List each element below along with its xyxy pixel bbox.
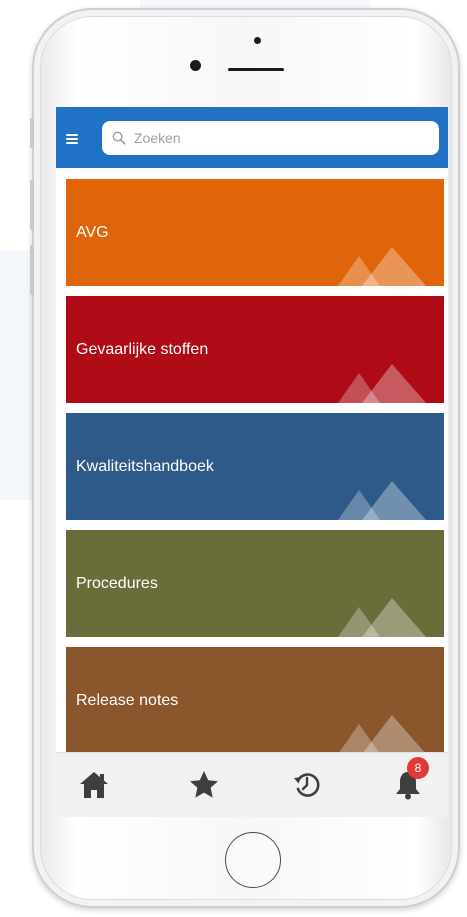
category-card-gevaarlijke-stoffen[interactable]: Gevaarlijke stoffen bbox=[66, 296, 444, 403]
tab-notifications[interactable]: 8 bbox=[390, 757, 429, 803]
history-icon bbox=[294, 773, 320, 797]
search-bar[interactable] bbox=[102, 121, 439, 155]
tab-favorites[interactable] bbox=[186, 767, 222, 803]
category-label: Release notes bbox=[76, 691, 179, 709]
proximity-sensor bbox=[254, 37, 261, 44]
category-card-avg[interactable]: AVG bbox=[66, 179, 444, 286]
app-screen: AVG Gevaarlijke stoffen Kwaliteitshandbo… bbox=[56, 107, 448, 817]
volume-up-button bbox=[30, 180, 34, 230]
mountains-icon bbox=[338, 715, 426, 754]
app-header bbox=[56, 107, 448, 168]
mountains-icon bbox=[338, 481, 426, 520]
mountains-icon bbox=[338, 364, 426, 403]
category-label: AVG bbox=[76, 223, 109, 241]
tab-home[interactable] bbox=[76, 767, 112, 803]
search-input[interactable] bbox=[132, 129, 426, 147]
mute-switch bbox=[30, 118, 34, 148]
notification-badge: 8 bbox=[407, 757, 429, 779]
search-icon bbox=[112, 131, 126, 145]
mountains-icon bbox=[338, 247, 426, 286]
bottom-tab-bar: 8 bbox=[56, 752, 448, 817]
category-card-procedures[interactable]: Procedures bbox=[66, 530, 444, 637]
star-icon bbox=[190, 771, 218, 798]
hamburger-menu-icon[interactable] bbox=[66, 134, 78, 144]
category-card-kwaliteitshandboek[interactable]: Kwaliteitshandboek bbox=[66, 413, 444, 520]
home-button[interactable] bbox=[225, 832, 281, 888]
category-label: Kwaliteitshandboek bbox=[76, 457, 214, 475]
category-card-release-notes[interactable]: Release notes bbox=[66, 647, 444, 754]
earpiece-speaker bbox=[228, 68, 284, 71]
home-icon bbox=[80, 772, 108, 798]
mountains-icon bbox=[338, 598, 426, 637]
category-label: Procedures bbox=[76, 574, 158, 592]
tab-history[interactable] bbox=[289, 767, 325, 803]
front-camera bbox=[190, 60, 201, 71]
category-label: Gevaarlijke stoffen bbox=[76, 340, 209, 358]
volume-down-button bbox=[30, 245, 34, 295]
